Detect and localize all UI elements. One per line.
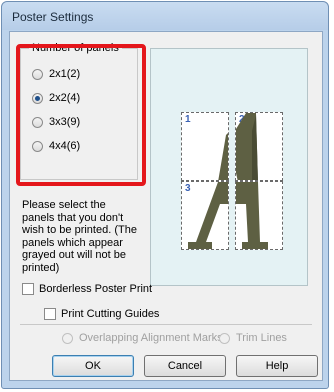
title-bar[interactable]: Poster Settings (2, 2, 328, 30)
poster-settings-dialog: Poster Settings Number of panels 2x1(2) … (1, 1, 329, 389)
letter-a-part-icon (218, 133, 228, 180)
instructions-text: Please select the panels that you don't … (22, 199, 137, 274)
dialog-title: Poster Settings (12, 10, 94, 24)
overlapping-alignment-marks-radio[interactable]: Overlapping Alignment Marks (62, 330, 223, 346)
checkbox-icon[interactable] (44, 308, 56, 320)
radio-label: Trim Lines (236, 332, 287, 344)
trim-lines-radio[interactable]: Trim Lines (219, 330, 287, 346)
panel-tile-4[interactable]: 4 (235, 181, 283, 250)
dialog-body: Number of panels 2x1(2) 2x2(4) 3x3(9) 4x… (9, 31, 323, 381)
poster-preview: 1 2 3 4 (150, 48, 308, 286)
panel-tile-3[interactable]: 3 (181, 181, 229, 250)
radio-button-icon[interactable] (219, 332, 230, 344)
panel-tile-1[interactable]: 1 (181, 112, 229, 181)
letter-a-part-icon (236, 113, 258, 180)
cancel-button[interactable]: Cancel (144, 355, 226, 377)
checkbox-label: Borderless Poster Print (39, 283, 153, 295)
letter-a-part-icon (236, 182, 268, 249)
print-cutting-guides-checkbox[interactable]: Print Cutting Guides (44, 306, 159, 322)
ok-button[interactable]: OK (52, 355, 134, 377)
radio-button-icon[interactable] (62, 332, 73, 344)
help-button[interactable]: Help (236, 355, 318, 377)
checkbox-label: Print Cutting Guides (61, 308, 160, 320)
radio-label: Overlapping Alignment Marks (79, 332, 223, 344)
checkbox-icon[interactable] (22, 283, 34, 295)
divider (20, 324, 312, 326)
panel-tile-2[interactable]: 2 (235, 112, 283, 181)
letter-a-part-icon (188, 182, 228, 249)
borderless-poster-print-checkbox[interactable]: Borderless Poster Print (22, 281, 152, 297)
red-highlight-box (16, 44, 146, 186)
